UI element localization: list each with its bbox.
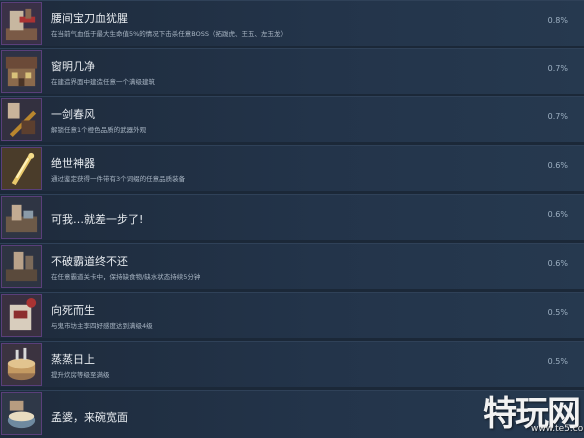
noodle-bowl-icon: [1, 392, 42, 435]
achievement-row[interactable]: 蒸蒸日上 提升炊房等级至满级 0.5%: [0, 341, 584, 387]
achievement-desc: 在建造界面中建造任意一个满级建筑: [51, 78, 155, 86]
achievement-percent: 0.6%: [547, 259, 568, 268]
achievement-percent: 0.5%: [547, 357, 568, 366]
achievement-row[interactable]: 一剑春风 解锁任意1个橙色品质的武器外观 0.7%: [0, 96, 584, 142]
achievement-percent: 0.7%: [547, 112, 568, 121]
achievement-row[interactable]: 腰间宝刀血犹腥 在当前气血低于最大生命值5%的情况下击杀任意BOSS（拓跋虎、王…: [0, 0, 584, 46]
achievement-desc: 解锁任意1个橙色品质的武器外观: [51, 126, 147, 134]
divine-weapon-icon: [1, 147, 42, 190]
site-watermark: 特玩网 www.te5.com: [483, 386, 584, 438]
face-death-icon: [1, 294, 42, 337]
achievement-percent: 0.7%: [547, 64, 568, 73]
bloody-dagger-icon: [1, 2, 42, 45]
achievement-title: 向死而生: [51, 304, 95, 317]
achievement-row[interactable]: 向死而生 与鬼市坊主李四好感度达到满级4级 0.5%: [0, 292, 584, 338]
achievement-title: 一剑春风: [51, 108, 95, 121]
sword-weapon-icon: [1, 98, 42, 141]
clean-house-icon: [1, 50, 42, 93]
achievement-title: 可我…就差一步了!: [51, 213, 144, 226]
steamer-icon: [1, 343, 42, 386]
achievement-percent: 0.6%: [547, 210, 568, 219]
one-step-short-icon: [1, 196, 42, 239]
achievement-desc: 与鬼市坊主李四好感度达到满级4级: [51, 322, 153, 330]
never-return-icon: [1, 245, 42, 288]
achievement-desc: 提升炊房等级至满级: [51, 371, 110, 379]
achievement-percent: 0.5%: [547, 308, 568, 317]
achievement-title: 腰间宝刀血犹腥: [51, 12, 128, 25]
achievement-title: 孟婆，来碗宽面: [51, 411, 128, 424]
achievement-row[interactable]: 窗明几净 在建造界面中建造任意一个满级建筑 0.7%: [0, 48, 584, 94]
achievement-percent: 0.8%: [547, 16, 568, 25]
achievement-title: 蒸蒸日上: [51, 353, 95, 366]
achievement-row[interactable]: 可我…就差一步了! 0.6%: [0, 194, 584, 240]
achievement-title: 不破霸道终不还: [51, 255, 128, 268]
achievement-desc: 在任意霸道关卡中，保持缺食物/缺水状态持续5分钟: [51, 273, 201, 281]
achievement-title: 绝世神器: [51, 157, 95, 170]
achievement-percent: 0.6%: [547, 161, 568, 170]
achievement-desc: 通过鉴定获得一件带有3个词缀的任意品质装备: [51, 175, 186, 183]
watermark-url: www.te5.com: [531, 424, 584, 434]
achievement-desc: 在当前气血低于最大生命值5%的情况下击杀任意BOSS（拓跋虎、王五、左玉龙）: [51, 30, 288, 38]
achievement-row[interactable]: 绝世神器 通过鉴定获得一件带有3个词缀的任意品质装备 0.6%: [0, 145, 584, 191]
achievement-title: 窗明几净: [51, 60, 95, 73]
achievement-row[interactable]: 不破霸道终不还 在任意霸道关卡中，保持缺食物/缺水状态持续5分钟 0.6%: [0, 243, 584, 289]
